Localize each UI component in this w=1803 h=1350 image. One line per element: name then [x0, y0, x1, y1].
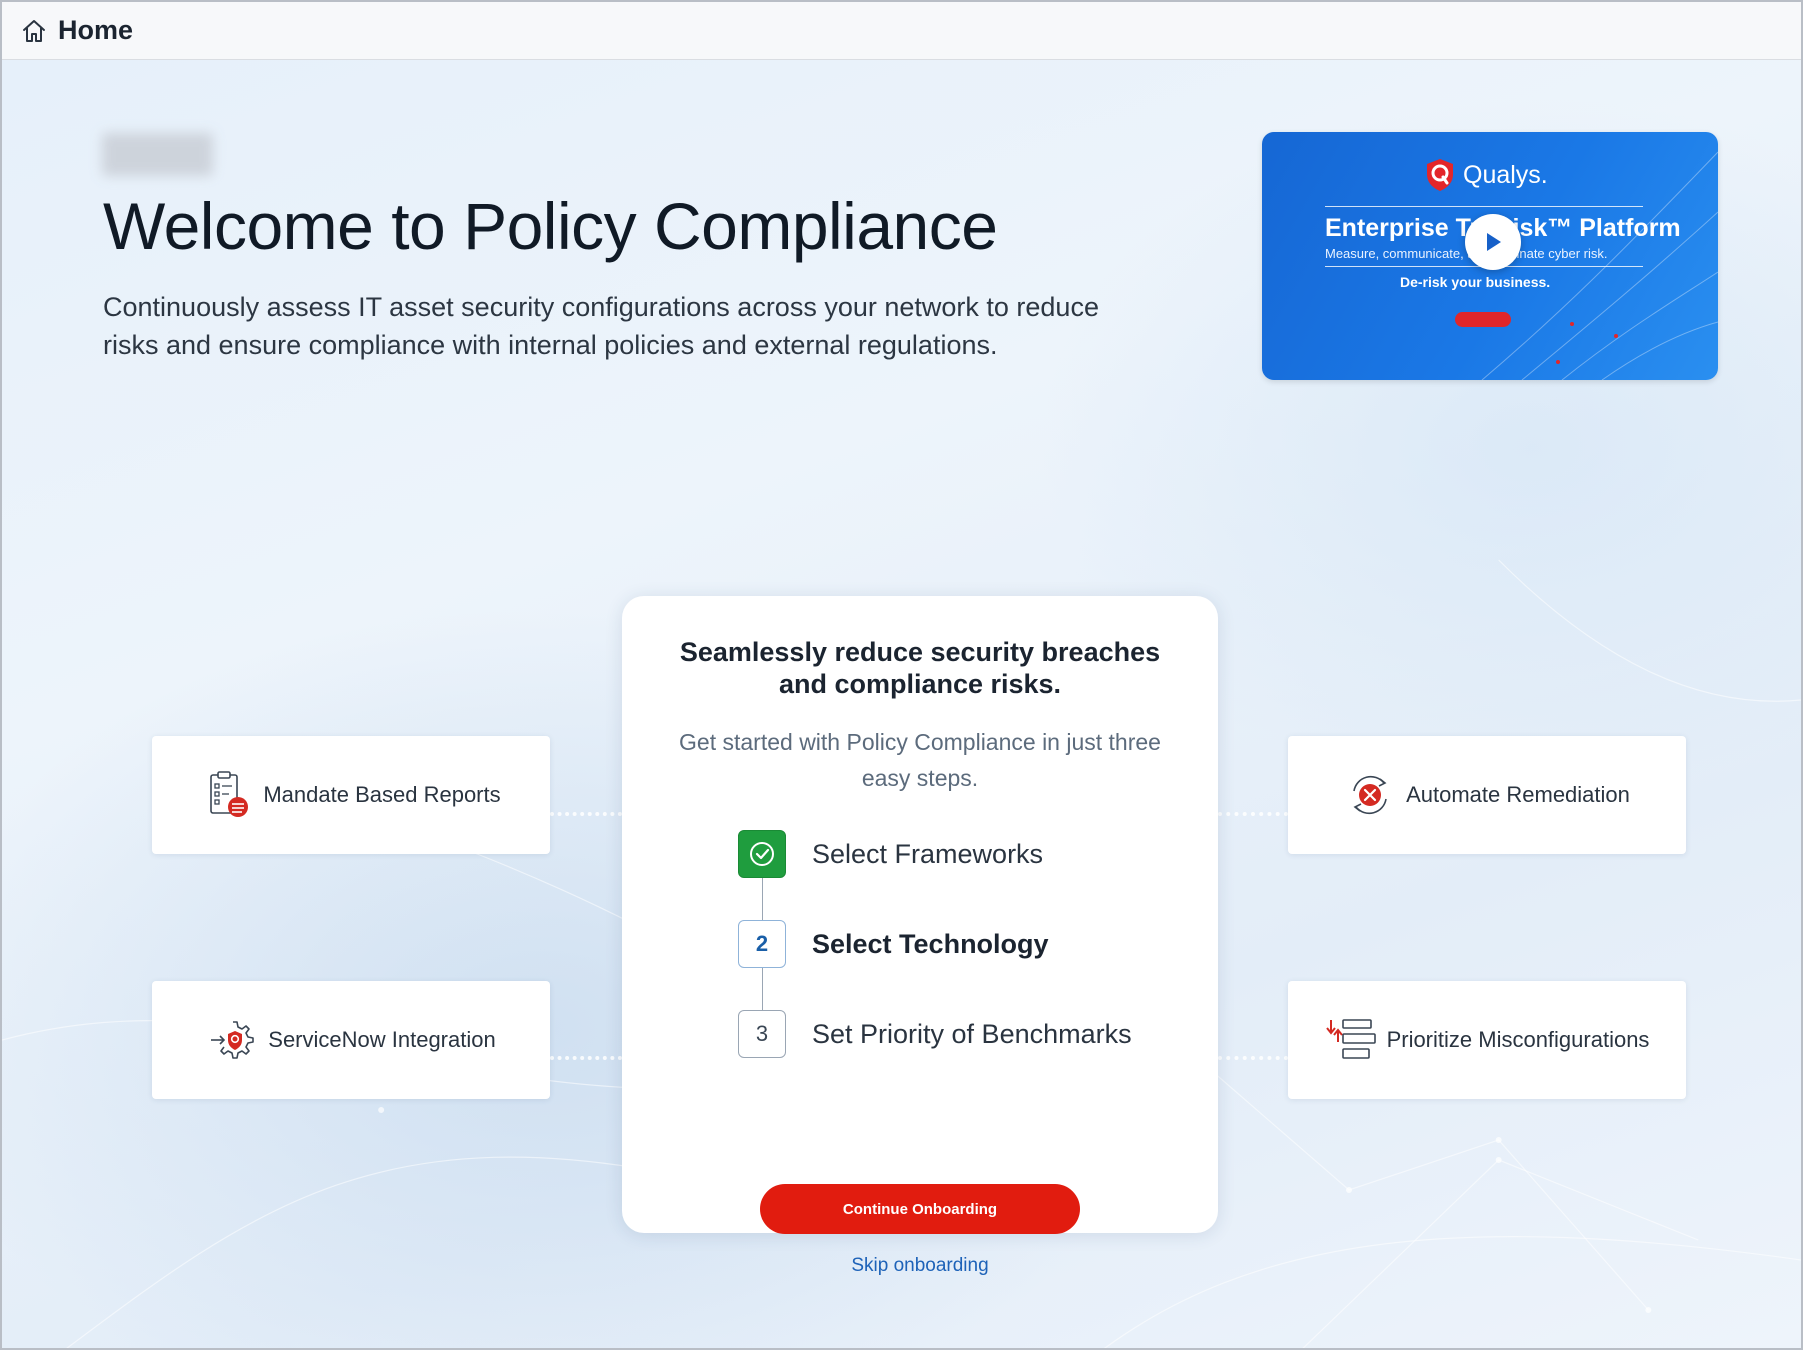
intro-video-card[interactable]: Qualys. Enterprise TruRisk™ Platform Mea…	[1262, 132, 1718, 380]
app-window: Home Welcome to Policy Compliance Contin…	[0, 0, 1803, 1350]
continue-onboarding-button[interactable]: Continue Onboarding	[760, 1184, 1080, 1234]
play-icon	[1487, 233, 1501, 251]
step-connector	[762, 878, 763, 922]
check-circle-icon	[750, 842, 774, 866]
welcome-title: Welcome to Policy Compliance	[103, 189, 998, 263]
step-label: Select Frameworks	[812, 838, 1044, 869]
onboarding-title: Seamlessly reduce security breaches and …	[679, 637, 1161, 699]
feature-servicenow-integration[interactable]: ServiceNow Integration	[152, 981, 550, 1099]
gear-shield-icon	[206, 1014, 258, 1066]
feature-automate-remediation[interactable]: Automate Remediation	[1288, 736, 1686, 854]
step-complete-badge	[738, 830, 786, 878]
feature-label: Mandate Based Reports	[263, 782, 501, 807]
qualys-logo: Qualys.	[1425, 158, 1548, 192]
home-icon[interactable]	[20, 17, 48, 45]
qualys-brand: Qualys.	[1463, 160, 1548, 189]
feature-label: ServiceNow Integration	[268, 1027, 496, 1052]
connector-line	[1218, 1056, 1288, 1060]
main-content: Welcome to Policy Compliance Continuousl…	[2, 60, 1801, 1348]
step-label: Select Technology	[812, 928, 1049, 959]
video-learn-more-pill	[1455, 312, 1511, 327]
skip-onboarding-link[interactable]: Skip onboarding	[820, 1255, 1020, 1277]
video-divider	[1325, 206, 1643, 207]
feature-prioritize-misconfigurations[interactable]: Prioritize Misconfigurations	[1288, 981, 1686, 1099]
step-number-badge: 3	[738, 1010, 786, 1058]
welcome-subtitle: Continuously assess IT asset security co…	[103, 292, 1099, 360]
connector-line	[550, 812, 622, 816]
priority-stack-icon	[1325, 1014, 1377, 1066]
remediation-cycle-icon	[1344, 769, 1396, 821]
report-checklist-icon	[201, 769, 253, 821]
onboarding-subtitle: Get started with Policy Compliance in ju…	[679, 729, 1161, 791]
feature-mandate-reports[interactable]: Mandate Based Reports	[152, 736, 550, 854]
qualys-shield-icon	[1427, 159, 1453, 191]
step-connector	[762, 968, 763, 1012]
connector-line	[1218, 812, 1288, 816]
step-label: Set Priority of Benchmarks	[812, 1018, 1132, 1049]
blurred-user-label	[102, 133, 213, 176]
step-select-technology[interactable]: 2 Select Technology	[738, 920, 1049, 968]
page-title: Home	[58, 15, 134, 45]
connector-line	[550, 1056, 622, 1060]
step-select-frameworks[interactable]: Select Frameworks	[738, 830, 1043, 878]
play-button[interactable]	[1465, 214, 1521, 270]
onboarding-card: Seamlessly reduce security breaches and …	[622, 596, 1218, 1234]
step-set-priority[interactable]: 3 Set Priority of Benchmarks	[738, 1010, 1132, 1058]
feature-label: Automate Remediation	[1406, 782, 1630, 807]
step-number-badge: 2	[738, 920, 786, 968]
feature-label: Prioritize Misconfigurations	[1386, 1027, 1650, 1052]
top-bar: Home	[2, 2, 1801, 60]
video-derisk-text: De-risk your business.	[1400, 274, 1551, 290]
